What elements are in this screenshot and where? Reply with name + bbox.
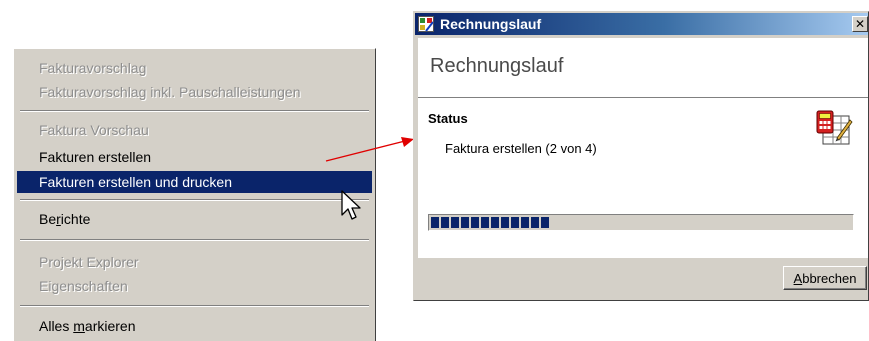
menu-separator <box>20 199 369 201</box>
progress-bar <box>428 214 854 231</box>
status-label: Status <box>428 111 468 126</box>
button-accelerator: A <box>793 270 803 286</box>
context-menu: Fakturavorschlag Fakturavorschlag inkl. … <box>13 48 376 341</box>
app-icon <box>418 16 434 32</box>
menu-label-part: ichte <box>60 211 91 227</box>
menu-item-projekt-explorer[interactable]: Projekt Explorer <box>17 251 372 273</box>
menu-separator <box>20 239 369 241</box>
menu-label-accelerator: m <box>73 318 85 334</box>
calculator-form-icon <box>816 110 853 145</box>
mouse-cursor-icon <box>341 190 361 220</box>
menu-item-faktura-vorschau[interactable]: Faktura Vorschau <box>17 119 372 141</box>
close-icon[interactable]: ✕ <box>852 16 868 32</box>
menu-item-fakturen-erstellen[interactable]: Fakturen erstellen <box>17 146 372 168</box>
dialog-footer: Abbrechen <box>418 258 868 300</box>
menu-separator <box>20 110 369 112</box>
menu-item-fakturavorschlag[interactable]: Fakturavorschlag <box>17 57 372 79</box>
menu-item-berichte[interactable]: Berichte <box>17 208 372 230</box>
menu-item-fakturavorschlag-pauschal[interactable]: Fakturavorschlag inkl. Pauschalleistunge… <box>17 81 372 103</box>
dialog-heading: Rechnungslauf <box>430 55 564 77</box>
menu-label-part: Alles <box>39 318 74 334</box>
title-bar[interactable]: Rechnungslauf ✕ <box>415 13 868 35</box>
menu-label-part: arkieren <box>84 318 136 334</box>
dialog-header: Rechnungslauf <box>418 38 868 98</box>
menu-label-part: Be <box>39 211 57 227</box>
cancel-button[interactable]: Abbrechen <box>783 266 867 290</box>
rechnungslauf-dialog: Rechnungslauf ✕ Rechnungslauf Status Fak… <box>413 11 869 301</box>
status-text: Faktura erstellen (2 von 4) <box>445 141 597 156</box>
menu-item-alles-markieren[interactable]: Alles markieren <box>17 315 372 337</box>
dialog-body: Status Faktura erstellen (2 von 4) <box>418 98 868 258</box>
button-label: bbrechen <box>802 270 857 286</box>
menu-item-fakturen-erstellen-drucken[interactable]: Fakturen erstellen und drucken <box>17 171 372 193</box>
menu-item-eigenschaften[interactable]: Eigenschaften <box>17 275 372 297</box>
menu-separator <box>20 305 369 307</box>
window-title: Rechnungslauf <box>440 16 542 32</box>
progress-bar-fill <box>431 217 549 228</box>
annotation-arrow <box>325 137 414 162</box>
